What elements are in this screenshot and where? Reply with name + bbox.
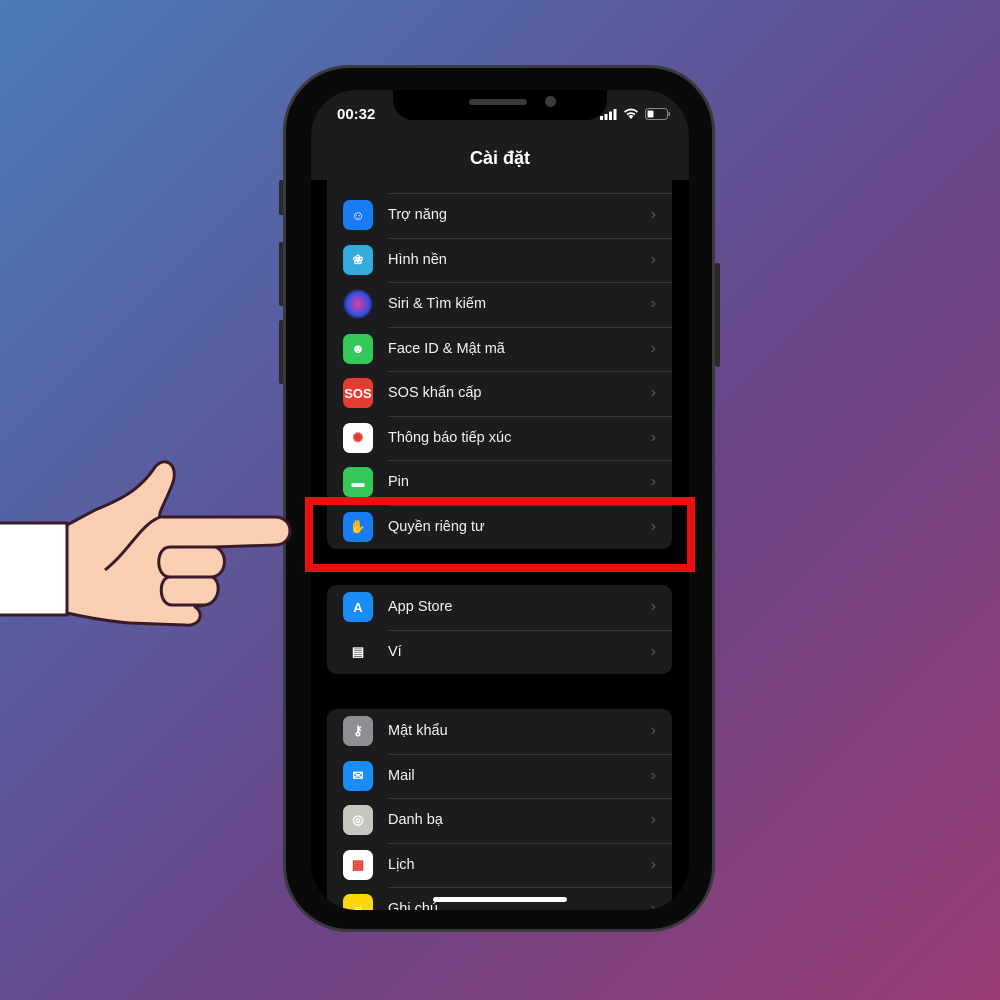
siri-icon: [343, 289, 373, 320]
chevron-right-icon: ›: [650, 295, 656, 313]
chevron-right-icon: ›: [650, 766, 656, 784]
face-id-icon: ☻: [343, 333, 373, 364]
power-button: [715, 263, 720, 367]
settings-row[interactable]: ⚷ Mật khẩu ›: [327, 709, 672, 754]
accessibility-icon: ☺: [343, 200, 373, 231]
contacts-icon: ◎: [343, 805, 373, 836]
highlight-box: [305, 497, 695, 572]
chevron-right-icon: ›: [650, 811, 656, 829]
chevron-right-icon: ›: [650, 598, 656, 616]
app-store-icon: A: [343, 592, 373, 623]
settings-row-label: Ghi chú: [388, 901, 438, 910]
settings-row[interactable]: ✺ Thông báo tiếp xúc ›: [327, 415, 672, 461]
exposure-notification-icon: ✺: [343, 422, 373, 453]
home-indicator[interactable]: [433, 897, 567, 902]
settings-row[interactable]: Siri & Tìm kiếm ›: [327, 282, 672, 327]
chevron-right-icon: ›: [650, 250, 656, 268]
settings-row-label: Mật khẩu: [388, 723, 448, 740]
notch: [393, 90, 607, 120]
nav-header: 00:32 Cài đặt: [311, 90, 689, 180]
settings-row[interactable]: ▦ Lịch ›: [327, 842, 672, 888]
settings-row[interactable]: A App Store ›: [327, 585, 672, 630]
calendar-icon: ▦: [343, 849, 373, 880]
settings-row-label: Siri & Tìm kiếm: [388, 296, 487, 313]
settings-row-label: SOS khẩn cấp: [388, 385, 482, 402]
settings-row-label: Lịch: [388, 856, 415, 873]
settings-row[interactable]: ▤ Ví ›: [327, 629, 672, 675]
chevron-right-icon: ›: [650, 855, 656, 873]
settings-row-label: Danh bạ: [388, 812, 443, 829]
mail-icon: ✉: [343, 760, 373, 791]
chevron-right-icon: ›: [650, 428, 656, 446]
settings-row-label: Trợ năng: [388, 207, 447, 224]
wifi-icon: [624, 108, 638, 119]
page-title: Cài đặt: [469, 148, 530, 168]
settings-row[interactable]: ☺ Trợ năng ›: [327, 193, 672, 238]
chevron-right-icon: ›: [650, 642, 656, 660]
settings-row[interactable]: ☻ Face ID & Mật mã ›: [327, 326, 672, 372]
notes-icon: ≡: [343, 894, 373, 910]
settings-row-label: Thông báo tiếp xúc: [388, 429, 512, 446]
settings-row[interactable]: ✉ Mail ›: [327, 753, 672, 799]
settings-row-label: Pin: [388, 474, 409, 491]
settings-row[interactable]: ❀ Hình nền ›: [327, 237, 672, 283]
chevron-right-icon: ›: [650, 206, 656, 224]
chevron-right-icon: ›: [650, 900, 656, 910]
settings-row-label: Ví: [388, 643, 402, 660]
settings-row-label: App Store: [388, 599, 453, 616]
pointing-hand-icon: [0, 460, 292, 627]
wallet-icon: ▤: [343, 636, 373, 667]
chevron-right-icon: ›: [650, 473, 656, 491]
key-icon: ⚷: [343, 716, 373, 747]
settings-group-2: A App Store › ▤ Ví ›: [327, 585, 672, 674]
settings-row-label: Mail: [388, 767, 415, 784]
settings-row-label: Face ID & Mật mã: [388, 340, 505, 357]
battery-icon: ▬: [343, 467, 373, 498]
sos-icon: SOS: [343, 378, 373, 409]
settings-row-label: Hình nền: [388, 251, 447, 268]
settings-group-3: ⚷ Mật khẩu › ✉ Mail › ◎ Danh bạ › ▦ Lịch › ≡ Ghi chú ›: [327, 709, 672, 910]
chevron-right-icon: ›: [650, 722, 656, 740]
chevron-right-icon: ›: [650, 339, 656, 357]
settings-group-1: ☺ Trợ năng › ❀ Hình nền › Siri & Tìm kiếm › ☻ Fac…: [327, 148, 672, 549]
settings-row[interactable]: SOS SOS khẩn cấp ›: [327, 371, 672, 416]
chevron-right-icon: ›: [650, 384, 656, 402]
settings-row[interactable]: ◎ Danh bạ ›: [327, 798, 672, 843]
battery-low-icon: [645, 108, 670, 120]
wallpaper-flower-icon: ❀: [343, 244, 373, 275]
status-icons: [600, 108, 671, 120]
status-time: 00:32: [337, 106, 376, 123]
